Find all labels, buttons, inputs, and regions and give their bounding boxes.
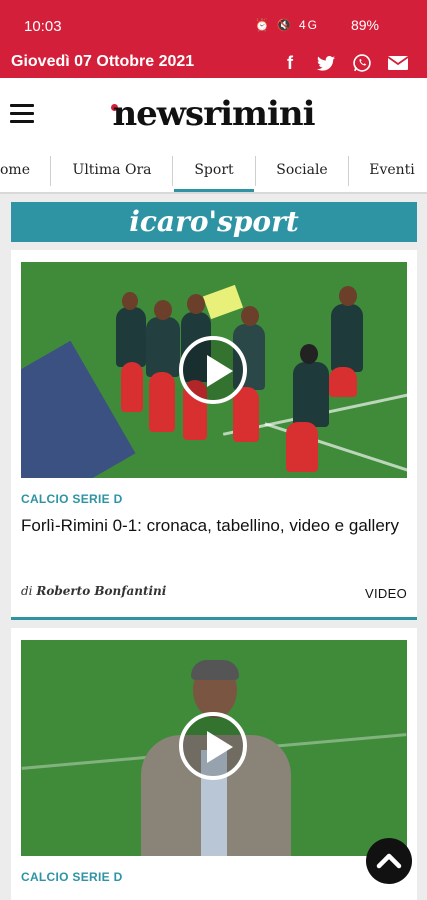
player <box>286 422 318 472</box>
article-card[interactable]: CALCIO SERIE D <box>11 628 417 900</box>
player-head <box>339 286 357 306</box>
site-logo[interactable]: newsrimini <box>0 94 427 134</box>
whatsapp-icon[interactable] <box>351 52 373 74</box>
player-head <box>241 306 259 326</box>
battery-level: 89% <box>350 17 379 33</box>
site-header: newsrimini <box>0 78 427 150</box>
corner-flag <box>202 284 244 320</box>
tab-home[interactable]: ome <box>0 150 48 192</box>
byline-prefix: di <box>21 584 33 598</box>
player <box>329 367 357 397</box>
nav-divider <box>172 156 173 186</box>
player <box>331 304 363 372</box>
play-button-icon[interactable] <box>179 336 247 404</box>
play-button-icon[interactable] <box>179 712 247 780</box>
nav-divider <box>348 156 349 186</box>
player <box>293 362 329 427</box>
email-icon[interactable] <box>387 52 409 74</box>
twitter-icon[interactable] <box>315 52 337 74</box>
coach-hair <box>191 660 239 680</box>
facebook-icon[interactable]: f <box>279 52 301 74</box>
chevron-up-icon <box>376 853 402 869</box>
tab-sport[interactable]: Sport <box>174 150 254 192</box>
status-time: 10:03 <box>24 18 62 35</box>
article-byline: di Roberto Bonfantini <box>21 584 166 598</box>
status-icons: ⏰ 🔇 4G <box>254 18 319 32</box>
date-bar: Giovedì 07 Ottobre 2021 f <box>0 48 427 78</box>
article-author[interactable]: Roberto Bonfantini <box>36 584 166 598</box>
article-category[interactable]: CALCIO SERIE D <box>21 870 123 884</box>
tab-sociale[interactable]: Sociale <box>257 150 347 192</box>
player-head <box>187 294 205 314</box>
article-video-thumbnail[interactable] <box>21 640 407 856</box>
icarosport-banner[interactable]: icaro'sport <box>11 202 417 242</box>
tab-eventi[interactable]: Eventi <box>352 150 427 192</box>
player-head <box>122 292 138 310</box>
current-date: Giovedì 07 Ottobre 2021 <box>11 53 195 70</box>
section-nav: ome Ultima Ora Sport Sociale Eventi <box>0 150 427 194</box>
article-category[interactable]: CALCIO SERIE D <box>21 492 123 506</box>
article-title[interactable]: Forlì-Rimini 0-1: cronaca, tabellino, vi… <box>21 514 401 537</box>
article-video-thumbnail[interactable] <box>21 262 407 478</box>
player-head <box>300 344 318 364</box>
video-badge: VIDEO <box>365 586 407 601</box>
tab-ultima-ora[interactable]: Ultima Ora <box>52 150 172 192</box>
scroll-to-top-button[interactable] <box>366 838 412 884</box>
player <box>149 372 175 432</box>
player <box>146 317 180 377</box>
player <box>121 362 143 412</box>
article-card[interactable]: CALCIO SERIE D Forlì-Rimini 0-1: cronaca… <box>11 250 417 620</box>
nav-divider <box>255 156 256 186</box>
player <box>116 307 146 367</box>
status-bar: 10:03 ⏰ 🔇 4G 89% <box>0 0 427 48</box>
player <box>233 387 259 442</box>
nav-divider <box>50 156 51 186</box>
player-head <box>154 300 172 320</box>
article-feed[interactable]: icaro'sport CALCIO SERIE D Forlì-Rimini … <box>0 196 427 900</box>
